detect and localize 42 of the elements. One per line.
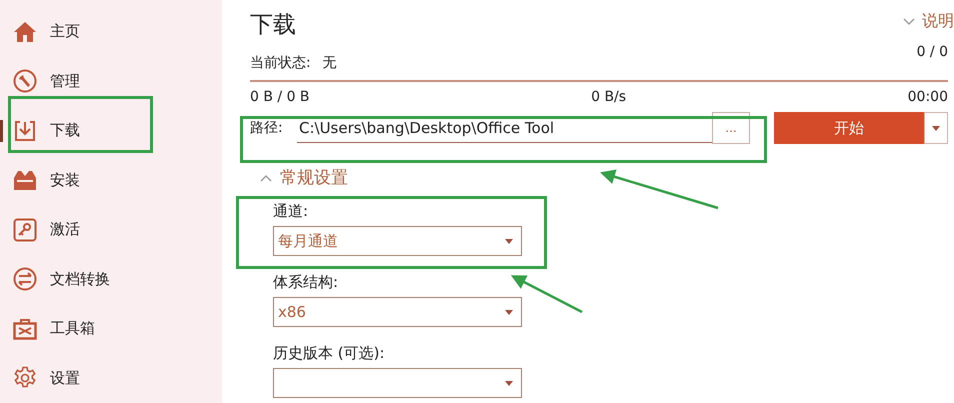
download-icon — [13, 118, 37, 143]
key-icon — [13, 218, 37, 242]
caret-icon — [505, 380, 513, 386]
sidebar-item[interactable]: 下载 — [0, 106, 222, 156]
swap-icon — [13, 267, 37, 292]
sidebar-item[interactable]: 激活 — [0, 205, 222, 254]
sidebar-item[interactable]: 设置 — [0, 354, 222, 403]
sidebar-item[interactable]: 工具箱 — [0, 304, 222, 354]
caret-icon — [932, 126, 940, 130]
status-label: 当前状态: — [250, 54, 311, 72]
page-title: 下载 — [250, 11, 296, 40]
field-label: 历史版本 (可选): — [273, 344, 385, 363]
file-count: 0 / 0 — [916, 44, 948, 62]
chevron-down-icon — [903, 18, 915, 26]
dropdown[interactable] — [273, 368, 522, 398]
sidebar-item[interactable]: 文档转换 — [0, 254, 222, 304]
path-field[interactable]: C:\Users\bang\Desktop\Office Tool — [297, 113, 712, 143]
start-menu-button[interactable] — [924, 112, 948, 144]
caret-icon — [505, 238, 513, 244]
help-toggle[interactable]: 说明 — [903, 11, 954, 32]
settings-icon — [13, 366, 37, 390]
field-label: 通道: — [273, 202, 308, 221]
wrench-icon — [13, 69, 37, 94]
sidebar-item[interactable]: 主页 — [0, 7, 222, 56]
home-icon — [13, 20, 37, 43]
chevron-up-icon — [260, 174, 272, 182]
dropdown[interactable]: x86 — [273, 297, 522, 327]
browse-button[interactable]: ... — [712, 112, 750, 144]
time-text: 00:00 — [908, 89, 948, 105]
caret-icon — [505, 310, 513, 314]
tray-icon — [13, 169, 37, 192]
start-button[interactable]: 开始 — [774, 112, 924, 144]
dropdown[interactable]: 每月通道 — [273, 226, 522, 256]
section-header[interactable]: 常规设置 — [260, 166, 948, 189]
status-value: 无 — [322, 54, 337, 72]
sidebar-item[interactable]: 安装 — [0, 156, 222, 205]
speed-text: 0 B/s — [591, 89, 626, 105]
toolbox-icon — [13, 318, 37, 340]
path-label: 路径: — [250, 119, 284, 137]
field-label: 体系结构: — [273, 273, 338, 292]
size-text: 0 B / 0 B — [250, 89, 310, 105]
sidebar-item[interactable]: 管理 — [0, 56, 222, 106]
